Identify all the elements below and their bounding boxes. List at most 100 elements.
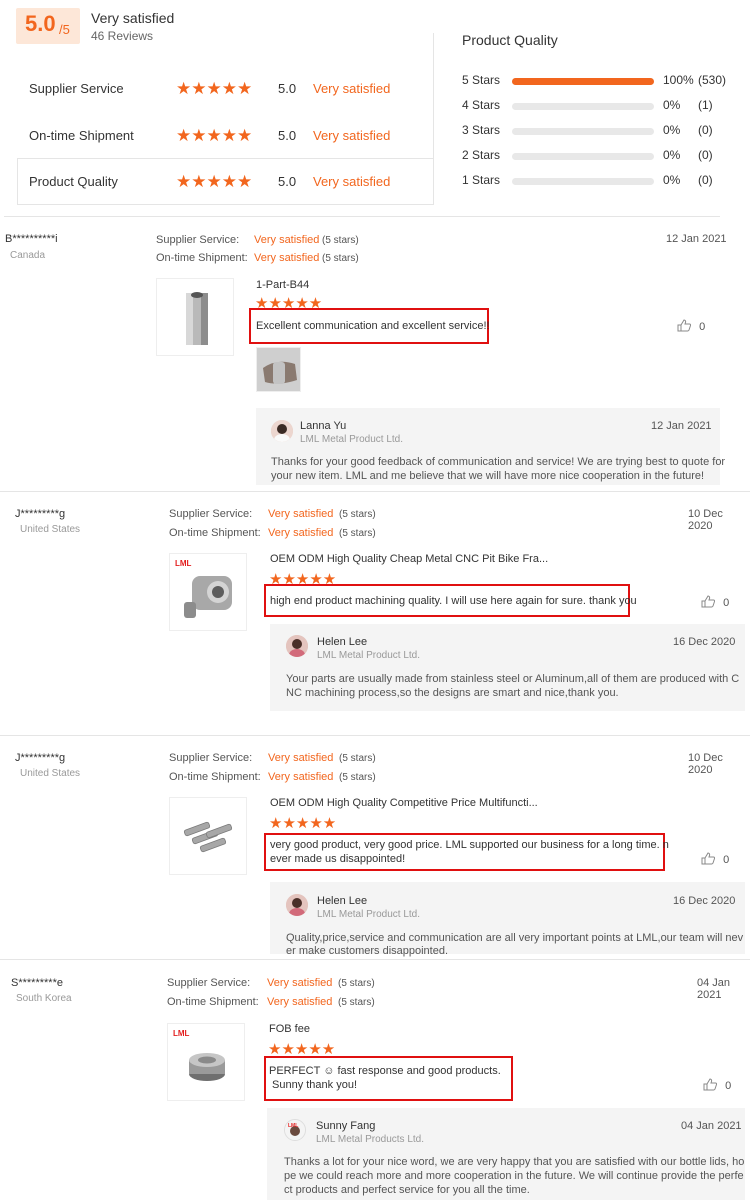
reply-date: 16 Dec 2020 [673, 636, 736, 648]
reviewer-name: S*********e [11, 977, 63, 989]
thumbs-up-icon [677, 319, 692, 332]
shipment-value: Very satisfied [254, 252, 320, 264]
like-count: 0 [725, 1080, 732, 1092]
overall-score-max: /5 [59, 22, 70, 37]
section-divider [0, 735, 750, 736]
star-level-percent: 0% [663, 123, 681, 137]
reviewer-name: B**********i [5, 233, 58, 245]
avatar [271, 420, 293, 442]
review-comment: high end product machining quality. I wi… [270, 595, 637, 607]
star-distribution-fill [512, 78, 654, 85]
review-date: 10 Dec 2020 [688, 508, 723, 532]
product-image[interactable] [156, 278, 234, 356]
star-distribution-bar [512, 153, 654, 160]
reviewer-country: South Korea [16, 993, 72, 1004]
star-level-count: (530) [698, 73, 727, 87]
like-button[interactable]: 0 [701, 595, 729, 609]
product-title[interactable]: OEM ODM High Quality Competitive Price M… [270, 797, 538, 809]
reply-text: NC machining process,so the designs are … [286, 687, 619, 699]
reviewer-country: United States [20, 524, 81, 535]
review-stars-icon: ★★★★★ [269, 815, 337, 832]
reply-date: 04 Jan 2021 [681, 1120, 742, 1132]
shipment-label: On-time Shipment: [167, 996, 259, 1008]
star-distribution-bar [512, 103, 654, 110]
reply-text: er make customers disappointed. [286, 945, 449, 957]
reply-text: pe we could reach more and more cooperat… [284, 1170, 744, 1182]
star-level-label: 4 Stars [462, 98, 501, 112]
star-level-label: 5 Stars [462, 73, 501, 87]
like-count: 0 [723, 854, 730, 866]
thumbs-up-icon [701, 852, 716, 865]
shipment-value: Very satisfied [268, 771, 334, 783]
reply-text: Your parts are usually made from stainle… [286, 673, 740, 685]
overall-rating-label: Very satisfied [91, 10, 175, 26]
avatar: LML [284, 1119, 306, 1141]
reply-date: 16 Dec 2020 [673, 895, 736, 907]
reply-text: your new item. LML and me believe that w… [271, 470, 705, 482]
rating-row-label[interactable]: Supplier Service [29, 81, 124, 96]
rating-row-label[interactable]: Product Quality [29, 174, 118, 189]
reviewer-name: J*********g [15, 752, 66, 764]
rating-row-label[interactable]: On-time Shipment [29, 128, 134, 143]
like-button[interactable]: 0 [701, 852, 729, 866]
supplier-service-label: Supplier Service: [169, 508, 253, 520]
review-comment: Excellent communication and excellent se… [256, 320, 490, 332]
overall-score: 5.0 [25, 11, 56, 36]
review-comment: very good product, very good price. LML … [270, 839, 669, 851]
like-button[interactable]: 0 [677, 319, 705, 333]
product-image[interactable] [169, 797, 247, 875]
supplier-service-stars: (5 stars) [339, 753, 376, 764]
star-level-label: 3 Stars [462, 123, 501, 137]
supplier-service-stars: (5 stars) [339, 509, 376, 520]
section-divider [0, 491, 750, 492]
review-count[interactable]: 46 Reviews [91, 29, 153, 43]
section-divider [4, 216, 720, 217]
star-rating-icon: ★★★★★ [176, 126, 253, 145]
shipment-label: On-time Shipment: [156, 252, 248, 264]
product-title[interactable]: OEM ODM High Quality Cheap Metal CNC Pit… [270, 553, 548, 565]
supplier-service-stars: (5 stars) [322, 235, 359, 246]
reviewer-country: Canada [10, 250, 46, 261]
shipment-value: Very satisfied [267, 996, 333, 1008]
rating-row-score: 5.0 [278, 174, 297, 189]
supplier-service-value: Very satisfied [267, 977, 333, 989]
like-button[interactable]: 0 [703, 1078, 731, 1092]
review-comment: ever made us disappointed! [270, 853, 406, 865]
rating-row-text: Very satisfied [313, 81, 391, 96]
product-image[interactable]: LML [169, 553, 247, 631]
shipment-label: On-time Shipment: [169, 771, 261, 783]
supplier-service-value: Very satisfied [268, 752, 334, 764]
like-count: 0 [699, 321, 706, 333]
star-rating-icon: ★★★★★ [176, 79, 253, 98]
rating-row-text: Very satisfied [313, 174, 391, 189]
star-level-label: 2 Stars [462, 148, 501, 162]
star-distribution-bar [512, 178, 654, 185]
supplier-service-label: Supplier Service: [167, 977, 251, 989]
thumbs-up-icon [701, 595, 716, 608]
section-divider [0, 959, 750, 960]
quality-title: Product Quality [462, 32, 558, 48]
reply-company: LML Metal Product Ltd. [300, 434, 404, 445]
supplier-service-label: Supplier Service: [156, 234, 240, 246]
reply-text: ct products and perfect service for you … [284, 1184, 530, 1196]
reply-date: 12 Jan 2021 [651, 420, 712, 432]
product-image[interactable]: LML [167, 1023, 245, 1101]
star-level-count: (1) [698, 98, 713, 112]
product-title[interactable]: FOB fee [269, 1023, 310, 1035]
rating-row-score: 5.0 [278, 81, 297, 96]
reply-company: LML Metal Products Ltd. [316, 1134, 425, 1145]
brand-logo: LML [175, 559, 192, 568]
summary-divider [433, 33, 434, 205]
review-comment: PERFECT ☺ fast response and good product… [269, 1065, 501, 1077]
avatar [286, 635, 308, 657]
shipment-stars: (5 stars) [322, 253, 359, 264]
shipment-stars: (5 stars) [339, 772, 376, 783]
rating-row-score: 5.0 [278, 128, 297, 143]
review-photo-thumbnail[interactable] [256, 347, 301, 392]
thumbs-up-icon [703, 1078, 718, 1091]
reply-text: Quality,price,service and communication … [286, 932, 744, 944]
shipment-value: Very satisfied [268, 527, 334, 539]
product-title[interactable]: 1-Part-B44 [256, 279, 309, 291]
star-distribution-bar [512, 128, 654, 135]
star-level-percent: 0% [663, 173, 681, 187]
